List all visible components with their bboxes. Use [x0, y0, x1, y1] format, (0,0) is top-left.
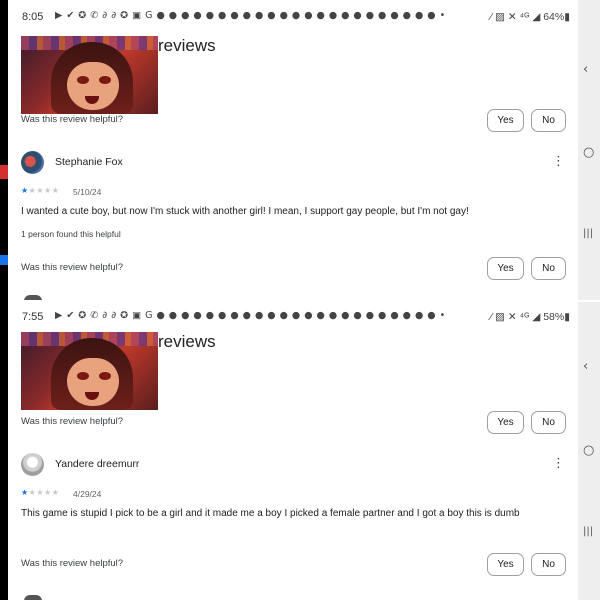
section-title: reviews [158, 332, 216, 351]
reviewer-avatar[interactable] [21, 151, 44, 174]
recents-icon[interactable]: ||| [583, 527, 593, 537]
helpful-no-button[interactable]: No [531, 109, 566, 132]
review-date: 5/10/24 [73, 187, 102, 197]
helpful-prompt: Was this review helpful? [21, 416, 124, 427]
game-thumbnail-image[interactable] [21, 36, 158, 114]
reviewer-name: Yandere dreemurr [55, 458, 140, 470]
status-bar: 8:05 ▶ ✔ ✪ ✆ ∂ ∂ ✪ ▣ G ● ● ● ● ● ● ● ● ●… [12, 0, 578, 34]
notification-icons: ▶ ✔ ✪ ✆ ∂ ∂ ✪ ▣ G ● ● ● ● ● ● ● ● ● ● ● … [55, 10, 446, 21]
found-helpful-count: 1 person found this helpful [21, 229, 121, 239]
back-icon[interactable]: ‹ [583, 360, 588, 373]
reviewer-name: Stephanie Fox [55, 156, 123, 168]
notification-icons: ▶ ✔ ✪ ✆ ∂ ∂ ✪ ▣ G ● ● ● ● ● ● ● ● ● ● ● … [55, 310, 446, 321]
left-edge-red-mark [0, 165, 8, 179]
star-filled-icon: ★ [21, 488, 29, 497]
game-thumbnail-image[interactable] [21, 332, 158, 410]
helpful-prompt: Was this review helpful? [21, 114, 124, 125]
previous-review-helpful-row: Was this review helpful? Yes No [21, 109, 568, 133]
thumbnail-eye-left [77, 76, 89, 84]
helpful-yes-button[interactable]: Yes [487, 411, 524, 434]
helpful-no-button[interactable]: No [531, 411, 566, 434]
status-bar: 7:55 ▶ ✔ ✪ ✆ ∂ ∂ ✪ ▣ G ● ● ● ● ● ● ● ● ●… [12, 300, 578, 334]
system-icons-battery: ⁄ ▨ ✕ ⁴ᴳ ◢ 64%▮ [490, 11, 570, 23]
helpful-yes-button[interactable]: Yes [487, 553, 524, 576]
star-empty-icon: ★★★★ [28, 186, 60, 195]
star-rating: ★★★★★ [21, 488, 59, 497]
screenshot-1: 8:05 ▶ ✔ ✪ ✆ ∂ ∂ ✪ ▣ G ● ● ● ● ● ● ● ● ●… [12, 0, 578, 300]
recents-icon[interactable]: ||| [583, 229, 593, 239]
helpful-prompt: Was this review helpful? [21, 558, 124, 569]
thumbnail-eye-left [77, 372, 89, 380]
thumbnail-eye-right [99, 372, 111, 380]
screenshot-2: 7:55 ▶ ✔ ✪ ✆ ∂ ∂ ✪ ▣ G ● ● ● ● ● ● ● ● ●… [12, 300, 578, 600]
helpful-no-button[interactable]: No [531, 257, 566, 280]
section-title: reviews [158, 36, 216, 55]
left-edge-strip [0, 0, 8, 600]
back-icon[interactable]: ‹ [583, 63, 588, 76]
system-icons-battery: ⁄ ▨ ✕ ⁴ᴳ ◢ 58%▮ [490, 311, 570, 323]
android-nav-bar: ‹ ○ ||| [578, 0, 600, 300]
review-helpful-row: Was this review helpful? Yes No [21, 553, 568, 577]
next-reviewer-avatar-partial [24, 595, 42, 600]
star-filled-icon: ★ [21, 186, 29, 195]
review-text: I wanted a cute boy, but now I'm stuck w… [21, 206, 469, 217]
more-vert-icon[interactable]: ⋮ [552, 457, 565, 470]
helpful-prompt: Was this review helpful? [21, 262, 124, 273]
previous-review-helpful-row: Was this review helpful? Yes No [21, 411, 568, 435]
more-vert-icon[interactable]: ⋮ [552, 155, 565, 168]
home-icon[interactable]: ○ [583, 146, 594, 159]
left-edge-blue-mark [0, 255, 8, 265]
thumbnail-eye-right [99, 76, 111, 84]
android-nav-bar: ‹ ○ ||| [578, 300, 600, 600]
reviewer-avatar[interactable] [21, 453, 44, 476]
review-date: 4/29/24 [73, 489, 102, 499]
home-icon[interactable]: ○ [583, 444, 594, 457]
review-text: This game is stupid I pick to be a girl … [21, 508, 520, 519]
helpful-no-button[interactable]: No [531, 553, 566, 576]
helpful-yes-button[interactable]: Yes [487, 257, 524, 280]
status-time: 7:55 [22, 311, 44, 323]
helpful-yes-button[interactable]: Yes [487, 109, 524, 132]
review-helpful-row: Was this review helpful? Yes No [21, 257, 568, 281]
star-empty-icon: ★★★★ [28, 488, 60, 497]
star-rating: ★★★★★ [21, 186, 59, 195]
status-time: 8:05 [22, 11, 44, 23]
